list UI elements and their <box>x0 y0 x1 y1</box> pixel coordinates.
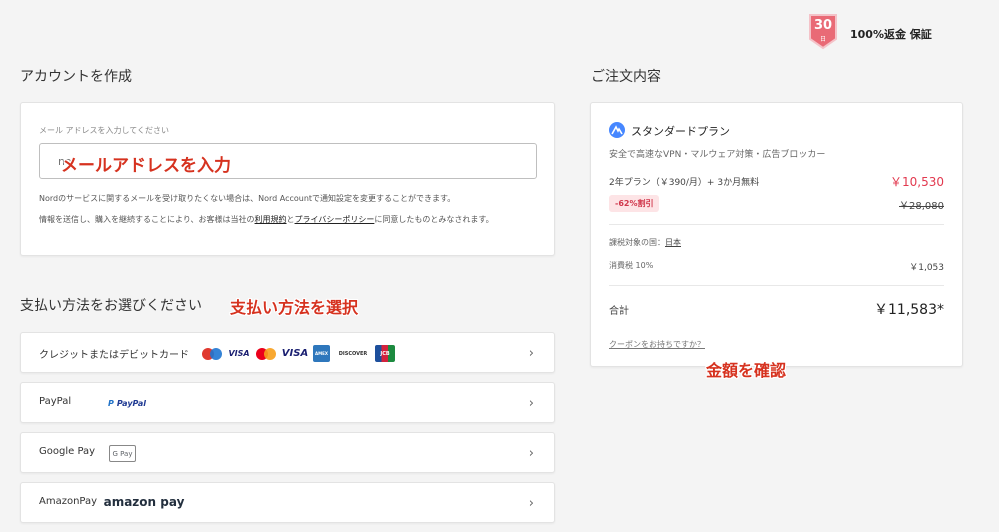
order-section-title: ご注文内容 <box>591 69 661 85</box>
guarantee-days: 30 <box>813 18 833 33</box>
privacy-link[interactable]: プライバシーポリシー <box>295 215 375 224</box>
total-amount: ￥11,583* <box>874 302 944 318</box>
payment-option-amazonpay-label: AmazonPay <box>39 496 98 507</box>
account-section-title: アカウントを作成 <box>20 69 132 85</box>
tax-label: 消費税 10% <box>609 261 654 270</box>
payment-annotation: 支払い方法を選択 <box>230 298 359 317</box>
chevron-right-icon: › <box>528 446 534 461</box>
divider <box>609 224 944 225</box>
price-annotation: 金額を確認 <box>706 361 787 380</box>
payment-option-paypal-label: PayPal <box>39 396 72 407</box>
payment-option-googlepay-label: Google Pay <box>39 446 96 457</box>
terms-notice-and: と <box>286 215 295 224</box>
nord-logo-icon <box>609 122 625 138</box>
maestro-icon <box>201 345 223 362</box>
email-label: メール アドレスを入力してください <box>39 126 170 135</box>
chevron-right-icon: › <box>528 396 534 411</box>
discount-row: -62%割引 ￥28,080 <box>609 195 944 212</box>
account-card: メール アドレスを入力してください メールアドレスを入力 Nordのサービスに関… <box>20 102 555 256</box>
guarantee-text: 100%返金 保証 <box>850 28 932 41</box>
tax-country-row: 課税対象の国：日本 <box>609 237 944 248</box>
payment-option-googlepay[interactable]: Google Pay G Pay › <box>20 432 555 473</box>
tax-amount: ￥1,053 <box>909 263 944 273</box>
payment-option-card[interactable]: クレジットまたはデビットカード VISA VISA AMEX DISCOVER … <box>20 332 555 373</box>
tax-country-label: 課税対象の国： <box>609 238 665 247</box>
order-card: スタンダードプラン 安全で高速なVPN・マルウェア対策・広告ブロッカー 2年プラ… <box>590 102 963 367</box>
visa-icon: VISA <box>228 349 250 358</box>
jcb-icon: JCB <box>375 345 395 362</box>
payment-option-amazonpay[interactable]: AmazonPay amazon pay › <box>20 482 555 523</box>
discount-badge: -62%割引 <box>609 195 660 212</box>
payment-section-title: 支払い方法をお選びください <box>20 298 202 314</box>
discover-icon: DISCOVER <box>338 350 368 357</box>
chevron-right-icon: › <box>528 346 534 361</box>
plan-description: 安全で高速なVPN・マルウェア対策・広告ブロッカー <box>609 150 826 160</box>
guarantee-badge: 30 日 <box>808 13 838 50</box>
paypal-logo-text: PayPal <box>116 399 147 408</box>
amazonpay-logo-icon: amazon pay <box>103 494 185 509</box>
paypal-logo-icon: P PayPal <box>103 395 151 412</box>
paypal-p-icon: P <box>107 399 114 408</box>
mastercard-icon <box>255 345 277 362</box>
plan-price: ￥10,530 <box>890 175 944 189</box>
amex-icon: AMEX <box>313 345 330 362</box>
plan-name: スタンダードプラン <box>631 125 730 138</box>
tax-country-link[interactable]: 日本 <box>665 238 681 247</box>
tax-row: 消費税 10% ￥1,053 <box>609 260 944 273</box>
total-row: 合計 ￥11,583* <box>609 302 944 318</box>
divider <box>609 285 944 286</box>
plan-term-row: 2年プラン（￥390/月）+ 3か月無料 ￥10,530 <box>609 175 944 189</box>
coupon-link[interactable]: クーポンをお持ちですか？ <box>609 339 705 350</box>
email-annotation: メールアドレスを入力 <box>61 156 231 176</box>
terms-notice: 情報を送信し、購入を継続することにより、お客様は当社の利用規約とプライバシーポリ… <box>39 213 539 227</box>
payment-option-card-label: クレジットまたはデビットカード <box>39 350 189 361</box>
terms-notice-text-2: に同意したものとみなされます。 <box>374 215 494 224</box>
terms-link[interactable]: 利用規約 <box>255 215 287 224</box>
plan-term: 2年プラン（￥390/月）+ 3か月無料 <box>609 178 760 188</box>
total-label: 合計 <box>609 306 629 317</box>
guarantee-unit: 日 <box>819 36 826 43</box>
terms-notice-text-1: 情報を送信し、購入を継続することにより、お客様は当社の <box>39 215 255 224</box>
chevron-right-icon: › <box>528 496 534 511</box>
email-notice: Nordのサービスに関するメールを受け取りたくない場合は、Nord Accoun… <box>39 194 456 203</box>
payment-option-paypal[interactable]: PayPal P PayPal › <box>20 382 555 423</box>
original-price: ￥28,080 <box>899 201 944 212</box>
visa-large-icon: VISA <box>281 348 309 359</box>
gpay-logo-icon: G Pay <box>109 445 136 462</box>
